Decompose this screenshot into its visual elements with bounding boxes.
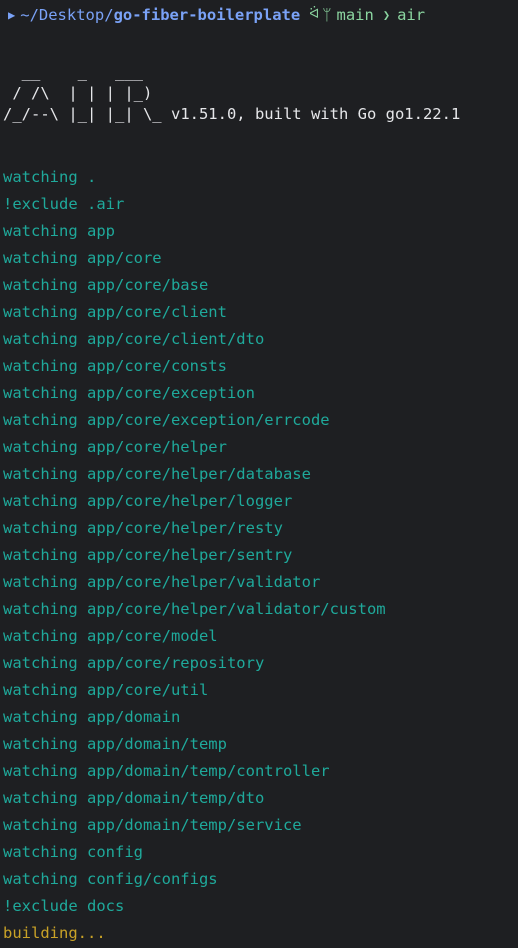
shell-prompt: ▶ ~/Desktop/go-fiber-boilerplate ᐛ ᛘ mai… — [3, 4, 425, 26]
git-branch-icon: ᛘ — [322, 6, 332, 24]
log-line: watching app/core/base — [3, 276, 209, 294]
folder-icon: ▶ — [8, 8, 16, 22]
log-line: watching app/core/helper/logger — [3, 492, 293, 510]
log-line: watching app/core/helper/sentry — [3, 546, 293, 564]
log-line: watching app/domain/temp/dto — [3, 789, 265, 807]
log-line: watching app/core/util — [3, 681, 209, 699]
log-line: watching app/core/model — [3, 627, 218, 645]
log-line: watching config — [3, 843, 143, 861]
github-icon: ᐛ — [309, 7, 320, 22]
air-version-text: v1.51.0, built with Go go1.22.1 — [170, 105, 461, 123]
banner-line-1: __ _ ___ — [3, 63, 143, 81]
log-line: watching app/core/exception — [3, 384, 255, 402]
log-line: watching . — [3, 168, 97, 186]
log-line: watching app/core/consts — [3, 357, 227, 375]
banner-line-3-art: /_/--\ |_| |_| \_ — [3, 105, 171, 123]
log-line: watching app/core/helper/validator — [3, 573, 321, 591]
air-ascii-banner: __ _ ___ / /\ | | | |_) /_/--\ |_| |_| \… — [3, 62, 460, 125]
log-line: watching app/domain/temp/service — [3, 816, 302, 834]
log-line: watching app/core/helper/database — [3, 465, 311, 483]
log-line: watching app — [3, 222, 115, 240]
banner-line-2: / /\ | | | |_) — [3, 84, 153, 102]
log-line: watching app/domain — [3, 708, 181, 726]
log-line: !exclude .air — [3, 195, 125, 213]
watch-log: watching . !exclude .air watching app watch… — [3, 164, 386, 947]
building-status-line: building... — [3, 924, 106, 942]
log-line: watching app/core/helper/resty — [3, 519, 283, 537]
log-line: watching app/core/client/dto — [3, 330, 265, 348]
log-line: watching app/domain/temp/controller — [3, 762, 330, 780]
prompt-arrow-icon: ❯ — [382, 8, 391, 22]
log-line: watching config/configs — [3, 870, 218, 888]
log-line: watching app/core/exception/errcode — [3, 411, 330, 429]
command-text[interactable]: air — [397, 4, 425, 26]
git-branch-name: main — [336, 6, 374, 24]
path-prefix: ~/Desktop/ — [20, 6, 114, 24]
log-line: watching app/core/helper/validator/custo… — [3, 600, 386, 618]
log-line: watching app/core/repository — [3, 654, 265, 672]
log-line: !exclude docs — [3, 897, 125, 915]
log-line: watching app/core — [3, 249, 162, 267]
log-line: watching app/core/helper — [3, 438, 227, 456]
log-line: watching app/core/client — [3, 303, 227, 321]
log-line: watching app/domain/temp — [3, 735, 227, 753]
path-repo: go-fiber-boilerplate — [113, 6, 301, 24]
